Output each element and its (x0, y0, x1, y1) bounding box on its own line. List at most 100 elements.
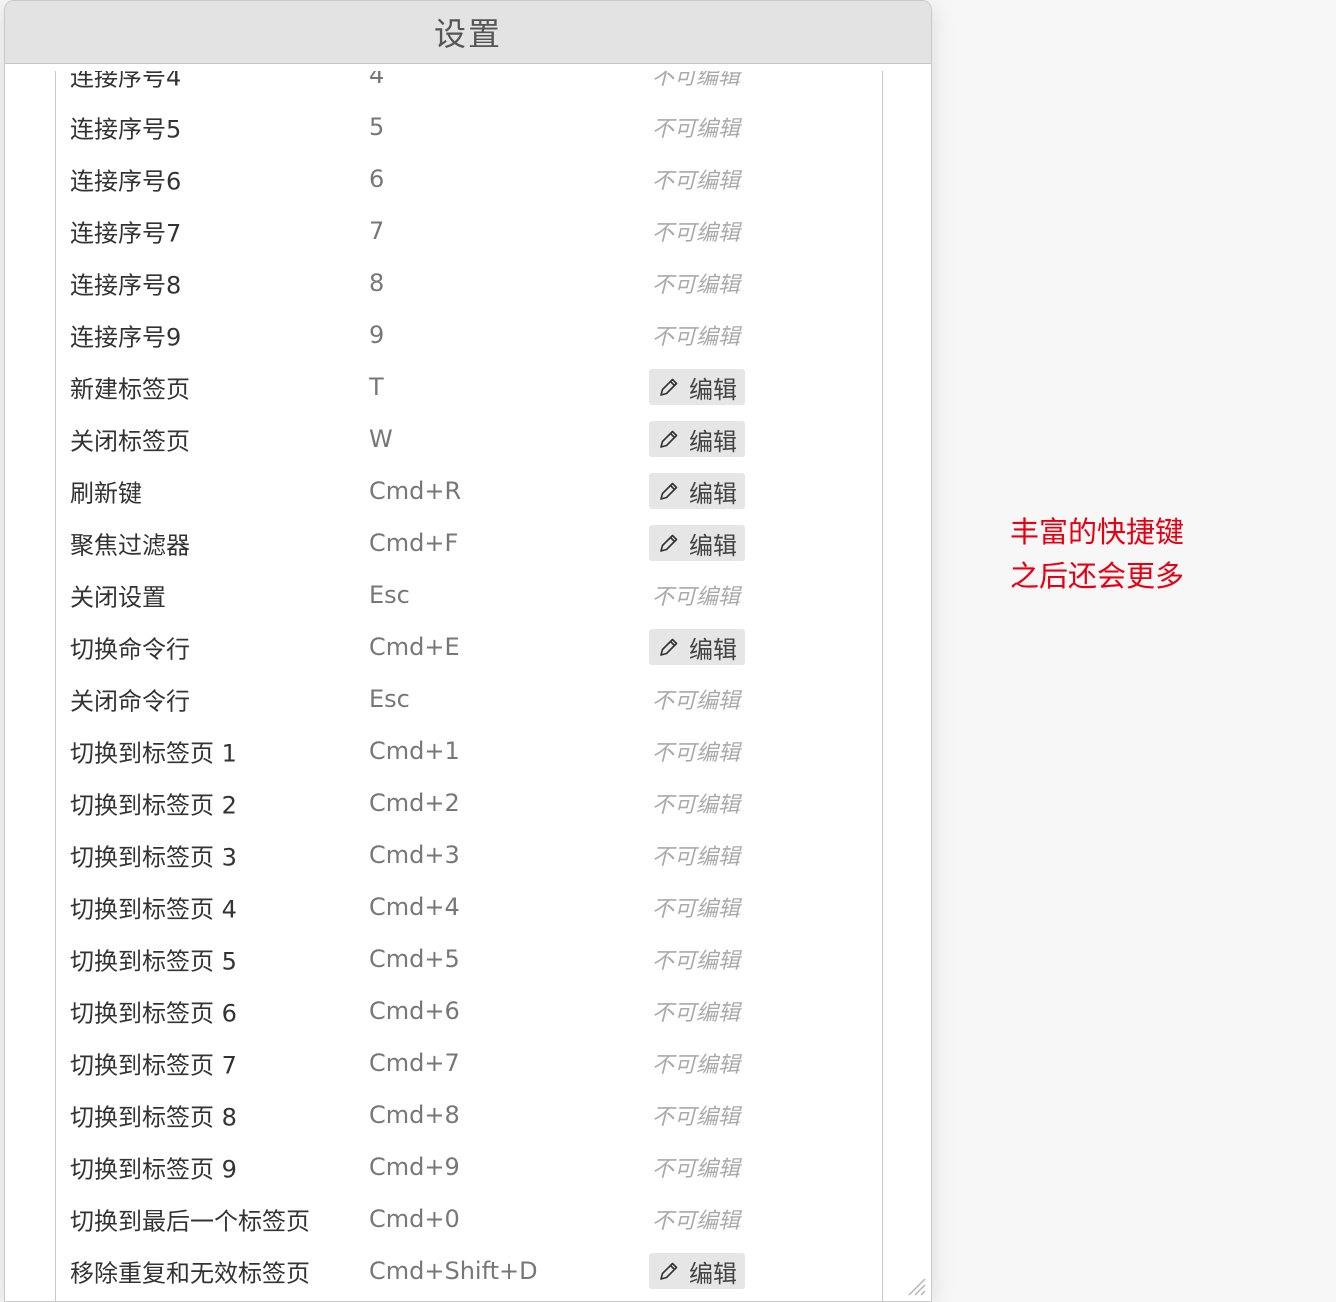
shortcut-key: Cmd+5 (369, 945, 460, 973)
edit-button[interactable]: 编辑 (649, 629, 745, 665)
not-editable-label: 不可编辑 (652, 169, 741, 194)
shortcut-row: 切换到标签页 3 Cmd+3 不可编辑 (56, 829, 882, 881)
shortcut-name: 连接序号5 (70, 115, 182, 144)
shortcut-key: 9 (369, 321, 385, 349)
shortcut-name: 切换到标签页 8 (70, 1103, 237, 1132)
annotation-line-2: 之后还会更多 (1010, 559, 1185, 593)
edit-button-label: 编辑 (689, 1259, 737, 1288)
not-editable-label: 不可编辑 (652, 1105, 741, 1130)
shortcut-row: 刷新键 Cmd+R 编辑 (56, 465, 882, 517)
shortcut-name: 切换到标签页 4 (70, 895, 237, 924)
not-editable-label: 不可编辑 (652, 689, 741, 714)
shortcut-key: Cmd+Shift+D (369, 1257, 538, 1285)
shortcut-key: 8 (369, 269, 385, 297)
resize-grip-icon[interactable] (905, 1275, 927, 1297)
shortcut-name: 切换到标签页 1 (70, 739, 237, 768)
not-editable-label: 不可编辑 (652, 1053, 741, 1078)
not-editable-label: 不可编辑 (652, 1209, 741, 1234)
edit-button-label: 编辑 (689, 375, 737, 404)
shortcut-key: Esc (369, 581, 410, 609)
shortcut-row: 关闭命令行 Esc 不可编辑 (56, 673, 882, 725)
shortcut-key: Cmd+6 (369, 997, 460, 1025)
shortcut-key: W (369, 425, 393, 453)
shortcut-list: 连接序号4 4 不可编辑 连接序号5 5 不可编辑 连接序号6 6 不可编辑 连接序号7 7 不可编辑… (56, 71, 882, 1297)
shortcut-name: 切换到标签页 7 (70, 1051, 237, 1080)
shortcut-key: Cmd+R (369, 477, 462, 505)
pencil-icon (660, 638, 678, 656)
not-editable-label: 不可编辑 (652, 897, 741, 922)
shortcut-name: 切换到最后一个标签页 (70, 1207, 310, 1236)
shortcut-name: 刷新键 (70, 479, 142, 508)
edit-button[interactable]: 编辑 (649, 473, 745, 509)
shortcut-name: 切换到标签页 3 (70, 843, 237, 872)
shortcut-row: 切换到标签页 7 Cmd+7 不可编辑 (56, 1037, 882, 1089)
shortcut-name: 切换到标签页 6 (70, 999, 237, 1028)
edit-button-label: 编辑 (689, 531, 737, 560)
annotation-text: 丰富的快捷键 之后还会更多 (1010, 510, 1184, 598)
shortcut-key: T (369, 373, 384, 401)
shortcut-list-panel[interactable]: 连接序号4 4 不可编辑 连接序号5 5 不可编辑 连接序号6 6 不可编辑 连接序号7 7 不可编辑… (55, 71, 883, 1301)
shortcut-row: 连接序号8 8 不可编辑 (56, 257, 882, 309)
shortcut-name: 关闭设置 (70, 583, 166, 612)
shortcut-row: 切换到标签页 8 Cmd+8 不可编辑 (56, 1089, 882, 1141)
shortcut-key: Cmd+E (369, 633, 460, 661)
shortcut-row: 切换到标签页 1 Cmd+1 不可编辑 (56, 725, 882, 777)
shortcut-row: 聚焦过滤器 Cmd+F 编辑 (56, 517, 882, 569)
shortcut-row: 连接序号7 7 不可编辑 (56, 205, 882, 257)
shortcut-row: 新建标签页 T 编辑 (56, 361, 882, 413)
edit-button[interactable]: 编辑 (649, 421, 745, 457)
not-editable-label: 不可编辑 (652, 793, 741, 818)
pencil-icon (660, 378, 678, 396)
shortcut-row: 连接序号6 6 不可编辑 (56, 153, 882, 205)
shortcut-row: 切换到标签页 9 Cmd+9 不可编辑 (56, 1141, 882, 1193)
shortcut-name: 切换到标签页 9 (70, 1155, 237, 1184)
not-editable-label: 不可编辑 (652, 845, 741, 870)
shortcut-key: 4 (369, 71, 385, 89)
shortcut-name: 聚焦过滤器 (70, 531, 190, 560)
shortcut-key: Cmd+4 (369, 893, 460, 921)
not-editable-label: 不可编辑 (652, 1001, 741, 1026)
not-editable-label: 不可编辑 (652, 325, 741, 350)
shortcut-name: 连接序号8 (70, 271, 182, 300)
shortcut-key: Cmd+8 (369, 1101, 460, 1129)
title-bar[interactable]: 设置 (5, 1, 931, 64)
edit-button[interactable]: 编辑 (649, 525, 745, 561)
shortcut-name: 切换命令行 (70, 635, 190, 664)
edit-button-label: 编辑 (689, 427, 737, 456)
not-editable-label: 不可编辑 (652, 585, 741, 610)
shortcut-row: 切换到标签页 4 Cmd+4 不可编辑 (56, 881, 882, 933)
edit-button-label: 编辑 (689, 635, 737, 664)
not-editable-label: 不可编辑 (652, 949, 741, 974)
shortcut-name: 连接序号9 (70, 323, 182, 352)
pencil-icon (660, 482, 678, 500)
shortcut-key: 6 (369, 165, 385, 193)
not-editable-label: 不可编辑 (652, 117, 741, 142)
shortcut-name: 新建标签页 (70, 375, 190, 404)
pencil-icon (660, 534, 678, 552)
edit-button[interactable]: 编辑 (649, 1253, 745, 1289)
pencil-icon (660, 430, 678, 448)
shortcut-key: Cmd+0 (369, 1205, 460, 1233)
not-editable-label: 不可编辑 (652, 71, 741, 90)
not-editable-label: 不可编辑 (652, 273, 741, 298)
pencil-icon (660, 1262, 678, 1280)
shortcut-row: 连接序号5 5 不可编辑 (56, 101, 882, 153)
not-editable-label: 不可编辑 (652, 1157, 741, 1182)
shortcut-key: Cmd+2 (369, 789, 460, 817)
edit-button[interactable]: 编辑 (649, 369, 745, 405)
shortcut-row: 切换命令行 Cmd+E 编辑 (56, 621, 882, 673)
shortcut-row: 关闭标签页 W 编辑 (56, 413, 882, 465)
not-editable-label: 不可编辑 (652, 221, 741, 246)
shortcut-row: 切换到标签页 2 Cmd+2 不可编辑 (56, 777, 882, 829)
shortcut-name: 关闭标签页 (70, 427, 190, 456)
shortcut-row: 连接序号4 4 不可编辑 (56, 71, 882, 101)
annotation-line-1: 丰富的快捷键 (1010, 515, 1185, 549)
shortcut-name: 关闭命令行 (70, 687, 190, 716)
shortcut-name: 切换到标签页 2 (70, 791, 237, 820)
shortcut-name: 连接序号7 (70, 219, 182, 248)
window-title: 设置 (433, 15, 502, 53)
shortcut-name: 连接序号4 (70, 71, 182, 92)
shortcut-key: Cmd+9 (369, 1153, 460, 1181)
shortcut-key: 7 (369, 217, 385, 245)
shortcut-key: Cmd+3 (369, 841, 460, 869)
